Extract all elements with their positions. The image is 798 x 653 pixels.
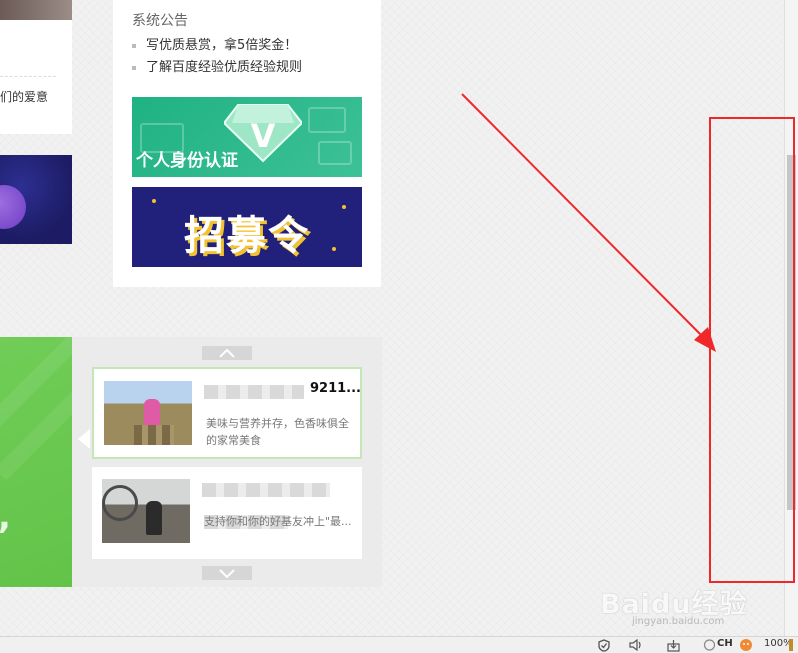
download-icon[interactable] [666, 638, 680, 652]
planet-decoration [0, 185, 26, 229]
notice-link-label: 了解百度经验优质经验规则 [146, 60, 303, 75]
card-snippet-text: 们的爱意 [0, 90, 49, 104]
card-thumbnail [0, 0, 72, 20]
recruitment-text: 招募令 [184, 213, 310, 259]
annotation-highlight-box [709, 117, 795, 583]
wheel-decoration [102, 485, 138, 521]
left-experience-card[interactable]: 们的爱意 [0, 0, 72, 134]
system-notice-panel: 系统公告 写优质悬赏，拿5倍奖金！ 了解百度经验优质经验规则 V 个人身份认证 … [113, 0, 381, 287]
speaker-icon[interactable] [629, 638, 643, 652]
related-experience-carousel: 9211... 美味与营养并存，色香味俱全的家常美食 支持你和你的好基友冲上"最… [72, 337, 382, 587]
card-description: 美味与营养并存，色香味俱全的家常美食 [206, 417, 349, 447]
diamond-badge-letter: V [251, 117, 276, 155]
bullet-icon [132, 65, 136, 70]
person-figure [146, 501, 162, 535]
notice-title: 系统公告 [132, 13, 188, 29]
recruitment-banner[interactable]: 招募令 [132, 187, 362, 267]
related-card-friend[interactable]: 支持你和你的好基友冲上"最... [92, 467, 362, 559]
next-section-partial [0, 620, 420, 634]
carousel-up-button[interactable] [202, 346, 252, 360]
chevron-up-icon [219, 348, 235, 358]
blurred-title [202, 483, 330, 497]
ime-emoji-icon[interactable] [739, 638, 753, 652]
input-language[interactable]: CH [717, 638, 733, 649]
card-thumbnail [102, 479, 190, 543]
card-decoration [308, 107, 346, 133]
carousel-down-button[interactable] [202, 566, 252, 580]
banner-caption: 个人身份认证 [136, 151, 238, 171]
chevron-down-icon [219, 568, 235, 578]
settings-tool-icon[interactable] [784, 638, 798, 652]
card-decoration [318, 141, 352, 165]
related-feature-banner[interactable]: , [0, 337, 72, 587]
identity-verification-banner[interactable]: V 个人身份认证 [132, 97, 362, 177]
left-promo-banner[interactable] [0, 155, 72, 244]
bullet-icon [132, 43, 136, 48]
watermark-url: jingyan.baidu.com [632, 616, 725, 627]
quote-icon: , [0, 497, 11, 537]
notice-link-rules[interactable]: 了解百度经验优质经验规则 [132, 56, 302, 75]
related-card-food[interactable]: 9211... 美味与营养并存，色香味俱全的家常美食 [78, 367, 362, 459]
pixelated-area [134, 425, 174, 445]
active-pointer [78, 429, 90, 449]
cloud-icon[interactable] [702, 638, 716, 652]
notice-link-label: 写优质悬赏，拿5倍奖金！ [146, 38, 298, 53]
card-title-fragment: 9211... [310, 381, 361, 396]
browser-status-bar: CH 100% [0, 636, 798, 653]
person-figure [144, 399, 160, 427]
card-thumbnail [104, 381, 192, 445]
notice-link-bounty[interactable]: 写优质悬赏，拿5倍奖金！ [132, 34, 297, 53]
dashed-divider [0, 76, 56, 77]
shield-icon[interactable] [597, 638, 611, 652]
blurred-title [204, 385, 304, 399]
card-description: 支持你和你的好基友冲上"最... [204, 515, 352, 528]
